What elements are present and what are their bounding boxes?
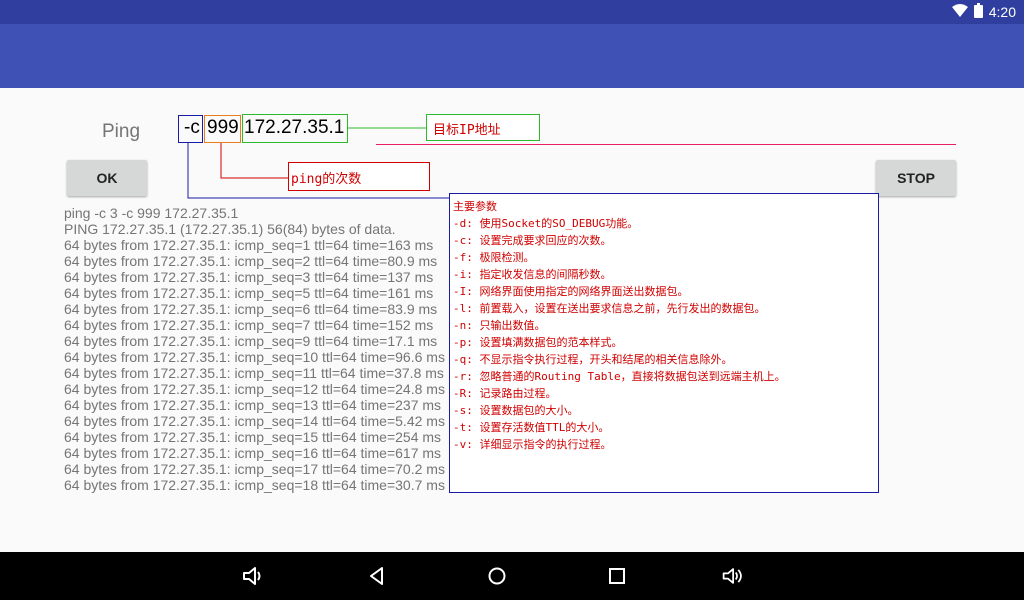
params-annotation-box: 主要参数 -d: 使用Socket的SO_DEBUG功能。 -c: 设置完成要求… — [449, 193, 879, 493]
params-line: -p: 设置填满数据包的范本样式。 — [453, 336, 623, 349]
volume-up-icon[interactable] — [721, 564, 747, 588]
params-line: -s: 设置数据包的大小。 — [453, 404, 579, 417]
volume-down-icon[interactable] — [241, 564, 267, 588]
params-line: -d: 使用Socket的SO_DEBUG功能。 — [453, 217, 639, 230]
params-line: -f: 极限检测。 — [453, 251, 535, 264]
params-line: -q: 不显示指令执行过程，开头和结尾的相关信息除外。 — [453, 353, 733, 366]
home-icon[interactable] — [484, 564, 510, 588]
count-connector-line — [220, 143, 288, 179]
back-icon[interactable] — [364, 564, 390, 588]
count-annotation-label: ping的次数 — [288, 162, 430, 191]
params-line: -n: 只输出数值。 — [453, 319, 546, 332]
params-line: -c: 设置完成要求回应的次数。 — [453, 234, 612, 247]
ip-annotation-label: 目标IP地址 — [426, 114, 540, 141]
params-line: -I: 网络界面使用指定的网络界面送出数据包。 — [453, 285, 689, 298]
params-line: -t: 设置存活数值TTL的大小。 — [453, 421, 610, 434]
params-line: -r: 忽略普通的Routing Table，直接将数据包送到远端主机上。 — [453, 370, 786, 383]
params-line: -R: 记录路由过程。 — [453, 387, 557, 400]
recents-icon[interactable] — [604, 564, 630, 588]
params-line: 主要参数 — [453, 200, 497, 213]
navigation-bar — [0, 552, 1024, 600]
params-line: -l: 前置载入，设置在送出要求信息之前，先行发出的数据包。 — [453, 302, 766, 315]
params-line: -v: 详细显示指令的执行过程。 — [453, 438, 612, 451]
params-line: -i: 指定收发信息的间隔秒数。 — [453, 268, 612, 281]
